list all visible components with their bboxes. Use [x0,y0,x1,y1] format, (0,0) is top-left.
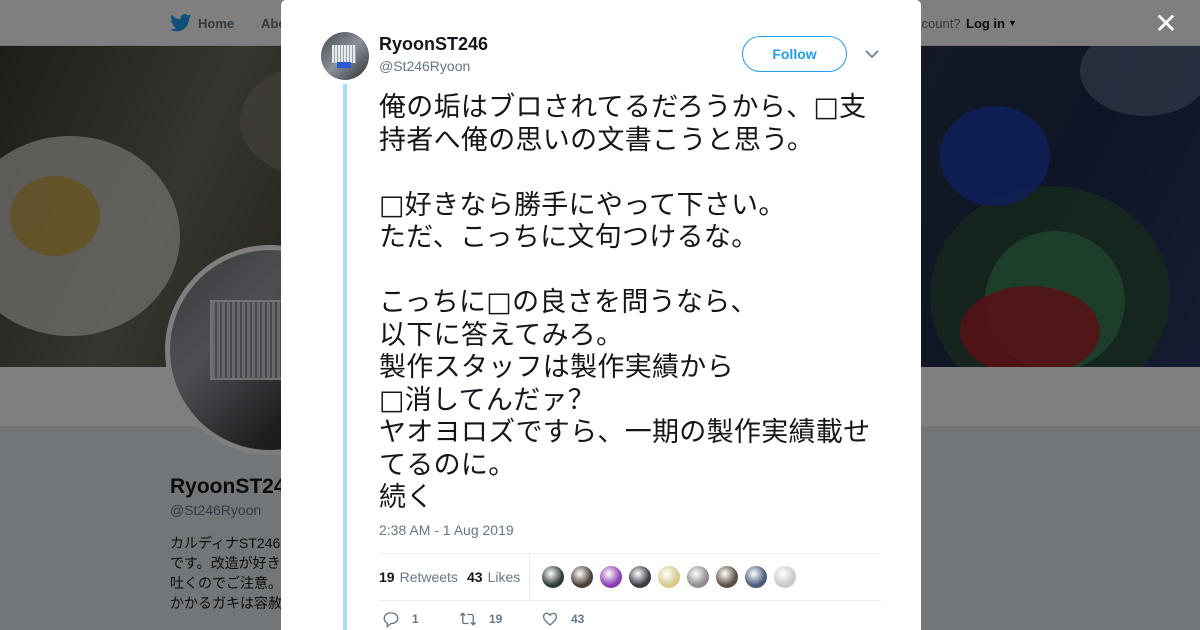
retweet-button[interactable]: 19 [459,610,502,628]
liker-avatar[interactable] [686,565,710,589]
liker-avatars [541,565,802,589]
reply-button[interactable]: 1 [382,610,419,628]
tweet-actions: 1 19 43 [379,610,679,630]
chevron-down-icon[interactable] [864,46,880,62]
liker-avatar[interactable] [715,565,739,589]
reply-icon [383,612,399,628]
thread-line [343,84,347,630]
retweets-label: Retweets [399,569,458,585]
tweet-text: 俺の垢はブロされてるだろうから、□支持者へ俺の思いの文書こうと思う。 □好きなら… [379,92,871,513]
reply-count: 1 [412,612,419,626]
liker-avatar[interactable] [744,565,768,589]
author-avatar[interactable] [321,32,369,80]
like-count: 43 [571,612,585,626]
tweet-timestamp[interactable]: 2:38 AM - 1 Aug 2019 [379,522,514,538]
retweet-icon [459,612,477,626]
retweets-stat[interactable]: 19 Retweets [379,554,458,600]
liker-avatar[interactable] [599,565,623,589]
liker-avatar[interactable] [570,565,594,589]
likes-stat[interactable]: 43 Likes [467,554,520,600]
liker-avatar[interactable] [657,565,681,589]
heart-icon [542,612,558,626]
like-button[interactable]: 43 [541,610,584,628]
likes-count: 43 [467,569,483,585]
liker-avatar[interactable] [628,565,652,589]
retweet-count: 19 [489,612,503,626]
retweets-count: 19 [379,569,395,585]
liker-avatar[interactable] [773,565,797,589]
stats-divider [529,554,530,600]
author-name[interactable]: RyoonST246 [379,34,488,55]
liker-avatar[interactable] [541,565,565,589]
author-handle[interactable]: @St246Ryoon [379,58,470,74]
close-icon[interactable]: ✕ [1154,10,1178,38]
likes-label: Likes [487,569,521,585]
follow-button[interactable]: Follow [742,36,847,72]
tweet-stats: 19 Retweets 43 Likes [379,553,881,601]
